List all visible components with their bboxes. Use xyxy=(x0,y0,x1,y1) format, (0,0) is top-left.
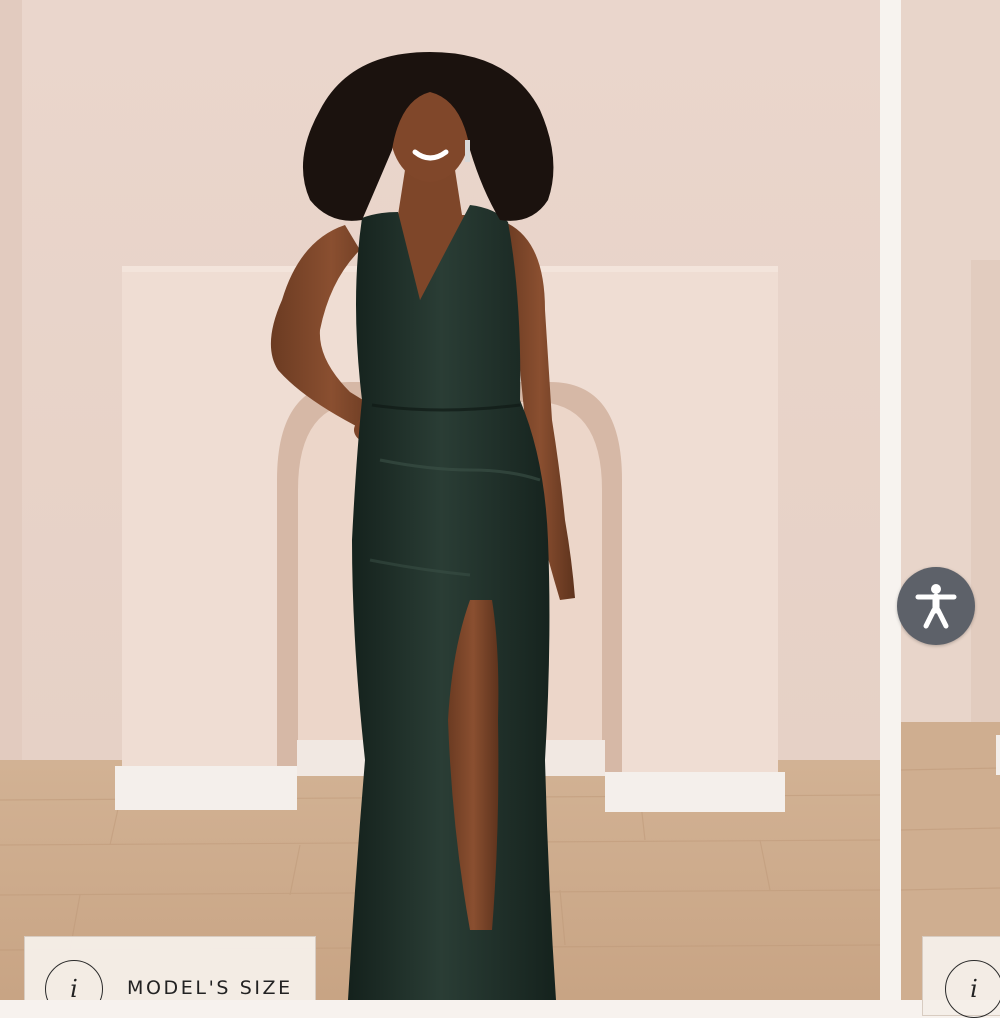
model-size-info-button[interactable]: i MODEL'S SIZE xyxy=(24,936,316,1000)
product-image-next[interactable] xyxy=(901,0,1000,1000)
info-icon: i xyxy=(45,960,103,1000)
product-image-main[interactable]: i MODEL'S SIZE xyxy=(0,0,880,1000)
product-photo xyxy=(0,0,880,1000)
model-size-info-button-next[interactable]: i xyxy=(922,936,1000,1018)
product-photo-next xyxy=(901,0,1000,1000)
accessibility-button[interactable] xyxy=(897,567,975,645)
model-size-label: MODEL'S SIZE xyxy=(127,977,293,999)
gallery-gap xyxy=(880,0,901,1000)
info-icon: i xyxy=(945,960,1000,1018)
accessibility-person-icon xyxy=(915,584,957,629)
